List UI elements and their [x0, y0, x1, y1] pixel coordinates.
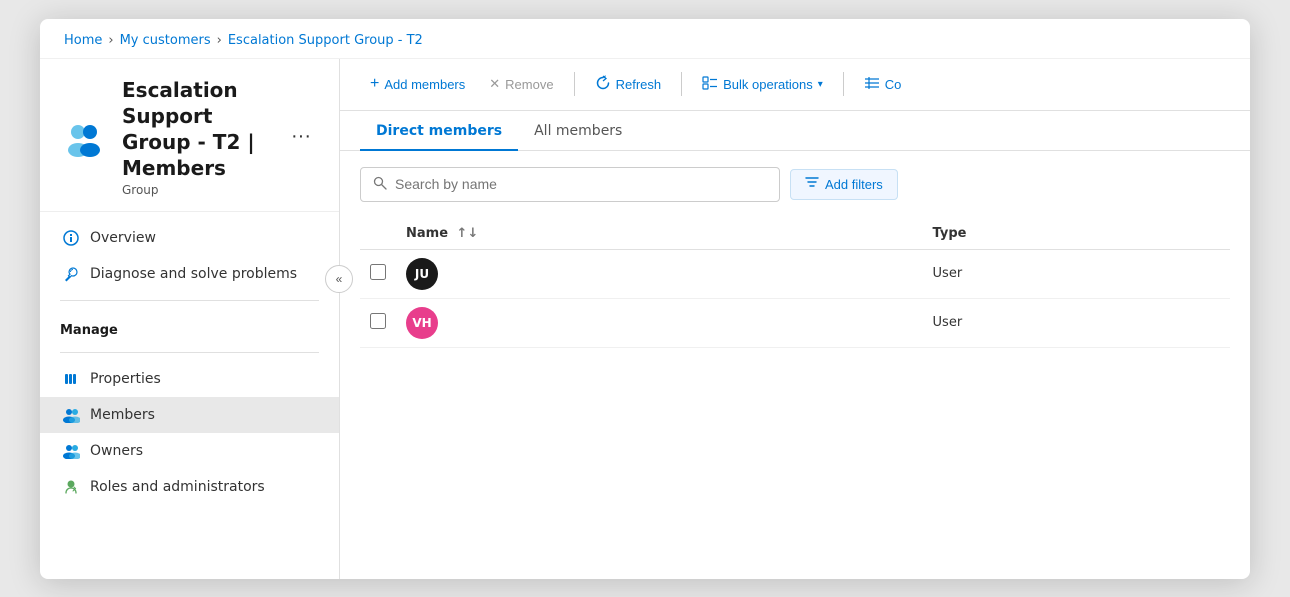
search-input[interactable] — [395, 176, 767, 192]
breadcrumb-my-customers[interactable]: My customers — [120, 33, 211, 48]
sidebar-item-owners[interactable]: Owners — [40, 433, 339, 469]
owners-icon — [62, 442, 80, 460]
name-column-header[interactable]: Name ↑↓ — [396, 218, 923, 250]
columns-label: Co — [885, 77, 902, 92]
search-row: Add filters — [360, 167, 1230, 202]
content-area: + Add members ✕ Remove — [340, 59, 1250, 579]
row1-checkbox[interactable] — [370, 264, 386, 280]
bulk-icon — [702, 76, 718, 93]
row1-avatar: JU — [406, 258, 438, 290]
x-icon: ✕ — [489, 76, 500, 92]
row1-name-cell: JU — [396, 249, 923, 298]
app-window: Home › My customers › Escalation Support… — [40, 19, 1250, 579]
bars-icon — [62, 370, 80, 388]
sidebar-label-overview: Overview — [90, 230, 156, 246]
row1-initials: JU — [415, 267, 429, 281]
row2-initials: VH — [412, 316, 431, 330]
table-row: JU User — [360, 249, 1230, 298]
breadcrumb-current: Escalation Support Group - T2 — [228, 33, 423, 48]
filter-icon — [805, 177, 819, 192]
remove-label: Remove — [505, 77, 553, 92]
sidebar-item-members[interactable]: Members — [40, 397, 339, 433]
refresh-button[interactable]: Refresh — [585, 69, 672, 100]
refresh-label: Refresh — [616, 77, 662, 92]
collapse-sidebar-button[interactable]: « — [325, 265, 353, 293]
breadcrumb-sep2: › — [217, 33, 222, 48]
tab-direct-members[interactable]: Direct members — [360, 111, 518, 151]
sidebar: Escalation Support Group - T2 | Members … — [40, 59, 340, 579]
row1-checkbox-cell — [360, 249, 396, 298]
columns-icon — [864, 76, 880, 93]
group-icon — [60, 113, 108, 161]
bulk-chevron-icon: ▾ — [818, 79, 823, 90]
row1-name-content: JU — [406, 258, 913, 290]
bulk-operations-button[interactable]: Bulk operations ▾ — [692, 70, 833, 99]
page-header: Escalation Support Group - T2 | Members … — [40, 59, 339, 212]
toolbar: + Add members ✕ Remove — [340, 59, 1250, 111]
add-members-button[interactable]: + Add members — [360, 69, 475, 99]
tab-direct-label: Direct members — [376, 123, 502, 139]
type-header-label: Type — [933, 226, 967, 241]
page-subtitle: Group — [122, 183, 269, 197]
wrench-icon — [62, 265, 80, 283]
refresh-icon — [595, 75, 611, 94]
toolbar-divider-2 — [681, 72, 682, 96]
nav-divider-2 — [60, 352, 319, 353]
add-filters-button[interactable]: Add filters — [790, 169, 898, 200]
roles-icon — [62, 478, 80, 496]
plus-icon: + — [370, 75, 379, 93]
row2-checkbox[interactable] — [370, 313, 386, 329]
bulk-operations-label: Bulk operations — [723, 77, 813, 92]
search-box[interactable] — [360, 167, 780, 202]
breadcrumb: Home › My customers › Escalation Support… — [40, 19, 1250, 59]
search-icon — [373, 175, 387, 194]
tabs-row: Direct members All members — [340, 111, 1250, 151]
row2-avatar: VH — [406, 307, 438, 339]
page-header-text: Escalation Support Group - T2 | Members … — [122, 77, 269, 197]
members-area: Add filters Name ↑↓ Type — [340, 151, 1250, 579]
sidebar-item-roles[interactable]: Roles and administrators — [40, 469, 339, 505]
sidebar-item-overview[interactable]: Overview — [40, 220, 339, 256]
row1-type-cell: User — [923, 249, 1230, 298]
row2-name-cell: VH — [396, 298, 923, 347]
tab-all-label: All members — [534, 123, 622, 139]
remove-button[interactable]: ✕ Remove — [479, 70, 563, 98]
toolbar-divider-3 — [843, 72, 844, 96]
add-members-label: Add members — [384, 77, 465, 92]
sidebar-label-roles: Roles and administrators — [90, 479, 265, 495]
row1-type: User — [933, 266, 963, 281]
members-table: Name ↑↓ Type — [360, 218, 1230, 348]
info-icon — [62, 229, 80, 247]
row2-checkbox-cell — [360, 298, 396, 347]
row2-name-content: VH — [406, 307, 913, 339]
main-body: Escalation Support Group - T2 | Members … — [40, 59, 1250, 579]
breadcrumb-sep1: › — [108, 33, 113, 48]
row2-type: User — [933, 315, 963, 330]
breadcrumb-home[interactable]: Home — [64, 33, 102, 48]
sidebar-label-properties: Properties — [90, 371, 161, 387]
toolbar-divider-1 — [574, 72, 575, 96]
sort-icon: ↑↓ — [457, 226, 479, 241]
name-header-label: Name — [406, 226, 448, 241]
sidebar-label-members: Members — [90, 407, 155, 423]
sidebar-item-diagnose[interactable]: Diagnose and solve problems — [40, 256, 339, 292]
row2-type-cell: User — [923, 298, 1230, 347]
nav-divider — [60, 300, 319, 301]
type-column-header: Type — [923, 218, 1230, 250]
sidebar-nav: Overview Diagnose and solve problems Man… — [40, 212, 339, 579]
sidebar-label-owners: Owners — [90, 443, 143, 459]
tab-all-members[interactable]: All members — [518, 111, 638, 151]
table-row: VH User — [360, 298, 1230, 347]
add-filters-label: Add filters — [825, 177, 883, 192]
manage-section-label: Manage — [40, 309, 339, 344]
select-all-header — [360, 218, 396, 250]
sidebar-label-diagnose: Diagnose and solve problems — [90, 266, 297, 282]
sidebar-item-properties[interactable]: Properties — [40, 361, 339, 397]
page-title: Escalation Support Group - T2 | Members — [122, 77, 269, 181]
columns-button[interactable]: Co — [854, 70, 912, 99]
members-icon — [62, 406, 80, 424]
more-options-button[interactable]: ··· — [283, 121, 319, 152]
